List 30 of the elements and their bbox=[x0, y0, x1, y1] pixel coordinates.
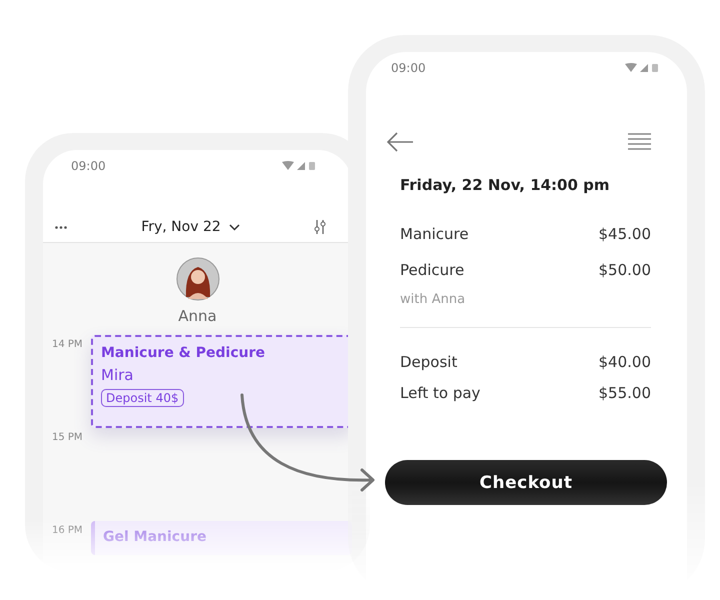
back-icon[interactable] bbox=[386, 132, 414, 152]
total-amount: $40.00 bbox=[598, 352, 651, 370]
time-label: 14 PM bbox=[51, 338, 84, 352]
appointment-title: Manicure & Pedicure bbox=[101, 345, 266, 361]
status-icons bbox=[625, 63, 659, 73]
total-label: Deposit bbox=[400, 352, 458, 370]
total-label: Left to pay bbox=[400, 384, 480, 402]
service-name: Pedicure bbox=[400, 261, 464, 279]
status-icons bbox=[282, 161, 316, 171]
time-label: 16 PM bbox=[51, 524, 84, 538]
staff-note: with Anna bbox=[400, 292, 466, 307]
status-time: 09:00 bbox=[391, 61, 426, 75]
client-name: Mira bbox=[101, 366, 134, 384]
deposit-tag: Deposit 40$ bbox=[101, 389, 184, 407]
avatar bbox=[176, 257, 220, 301]
service-price: $45.00 bbox=[598, 225, 651, 243]
caret-icon bbox=[228, 224, 240, 230]
menu-icon[interactable] bbox=[628, 133, 651, 151]
more-icon bbox=[55, 226, 67, 228]
time-label: 15 PM bbox=[51, 431, 84, 445]
service-name: Manicure bbox=[400, 225, 469, 243]
total-amount: $55.00 bbox=[598, 384, 651, 402]
status-time: 09:00 bbox=[71, 159, 106, 173]
service-price: $50.00 bbox=[598, 261, 651, 279]
staff-name: Anna bbox=[178, 307, 217, 325]
booking-title: Friday, 22 Nov, 14:00 pm bbox=[400, 176, 611, 194]
checkout-button[interactable]: Checkout bbox=[385, 460, 667, 505]
filter-icon[interactable] bbox=[314, 220, 326, 234]
date-dropdown[interactable]: Fry, Nov 22 bbox=[141, 219, 240, 235]
appointment-title: Gel Manicure bbox=[103, 529, 206, 545]
